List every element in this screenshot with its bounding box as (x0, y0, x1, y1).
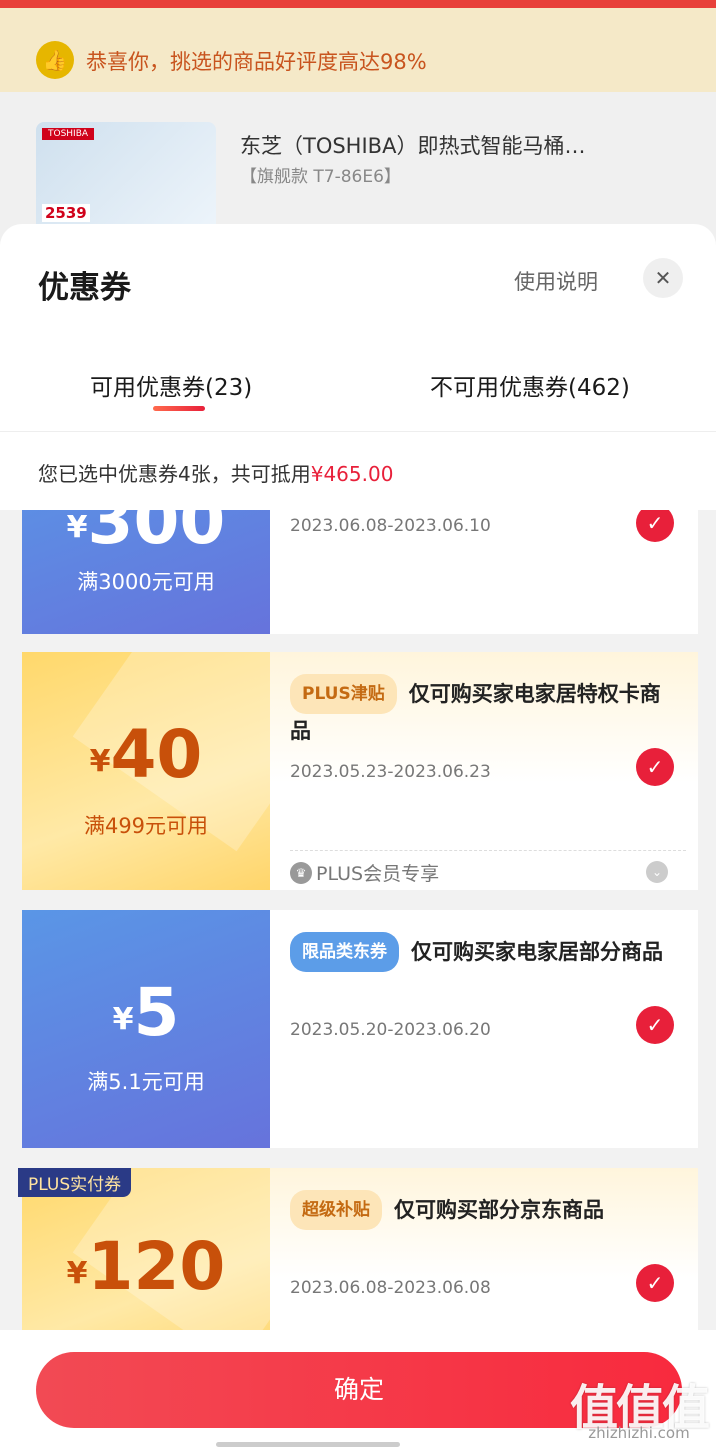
coupon-description: 超级补贴 仅可购买部分京东商品 (290, 1190, 670, 1230)
coupon-tag: PLUS津贴 (290, 674, 397, 714)
coupon-description-text: 仅可购买部分京东商品 (394, 1198, 604, 1222)
coupon-date: 2023.05.20-2023.06.20 (290, 1020, 491, 1040)
coupon-tag: 超级补贴 (290, 1190, 382, 1230)
product-spec: 【旗舰款 T7-86E6】 (240, 167, 401, 187)
coupon-amount-value: 120 (87, 1228, 226, 1305)
coupon-description: PLUS津贴 仅可购买家电家居特权卡商品 (290, 674, 670, 748)
divider (0, 431, 716, 432)
summary-text: 您已选中优惠券4张，共可抵用 (38, 462, 311, 486)
coupon-detail: 2023.06.08-2023.06.10 ✓ (270, 510, 698, 634)
close-button[interactable]: ✕ (643, 258, 683, 298)
thumbs-up-icon: 👍 (36, 41, 74, 79)
selection-summary: 您已选中优惠券4张，共可抵用¥465.00 (38, 458, 393, 487)
coupon-selected-check-icon[interactable]: ✓ (636, 748, 674, 786)
coupon-detail: PLUS津贴 仅可购买家电家居特权卡商品 2023.05.23-2023.06.2… (270, 652, 698, 890)
coupon-amount: ¥5 (22, 974, 270, 1051)
coupon-selected-check-icon[interactable]: ✓ (636, 510, 674, 542)
product-image-price: 2539 (42, 204, 90, 222)
plus-member-note: PLUS会员专享 (316, 863, 440, 885)
coupon-amount-value: 5 (133, 974, 180, 1051)
close-icon: ✕ (654, 266, 672, 290)
crown-icon: ♛ (290, 861, 312, 884)
currency-symbol: ¥ (89, 744, 111, 779)
product-card[interactable]: TOSHIBA 2539 东芝（TOSHIBA）即热式智能马桶… 【旗舰款 T7… (0, 92, 716, 242)
coupon-sheet: 优惠券 使用说明 ✕ 可用优惠券(23) 不可用优惠券(462) 您已选中优惠券… (0, 224, 716, 1452)
sheet-title: 优惠券 (38, 270, 131, 306)
tab-unavailable[interactable]: 不可用优惠券(462) (430, 368, 630, 402)
coupon-card[interactable]: ¥40 满499元可用 PLUS津贴 仅可购买家电家居特权卡商品 2023.05.… (22, 652, 698, 890)
tab-active-indicator (153, 406, 205, 411)
coupon-date: 2023.06.08-2023.06.10 (290, 516, 491, 536)
currency-symbol: ¥ (66, 510, 88, 545)
status-strip (0, 0, 716, 8)
coupon-value-panel: ¥40 满499元可用 (22, 652, 270, 890)
coupon-card[interactable]: ¥5 满5.1元可用 限品类东券 仅可购买家电家居部分商品 2023.05.20-… (22, 910, 698, 1148)
rating-banner-text: 恭喜你，挑选的商品好评度高达98% (86, 50, 427, 74)
coupon-date: 2023.06.08-2023.06.08 (290, 1278, 491, 1298)
coupon-condition: 满5.1元可用 (87, 1070, 205, 1094)
product-image-brand: TOSHIBA (42, 128, 95, 140)
currency-symbol: ¥ (112, 1002, 134, 1037)
coupon-condition: 满499元可用 (83, 814, 209, 838)
coupon-date: 2023.05.23-2023.06.23 (290, 762, 491, 782)
coupon-card[interactable]: ¥300 满3000元可用 2023.06.08-2023.06.10 ✓ (22, 510, 698, 634)
coupon-selected-check-icon[interactable]: ✓ (636, 1264, 674, 1302)
currency-symbol: ¥ (66, 1256, 88, 1291)
summary-amount: ¥465.00 (310, 462, 394, 486)
plus-payment-badge: PLUS实付券 (18, 1168, 132, 1197)
coupon-selected-check-icon[interactable]: ✓ (636, 1006, 674, 1044)
coupon-description-text: 仅可购买家电家居部分商品 (411, 940, 663, 964)
usage-instructions-link[interactable]: 使用说明 (514, 266, 598, 296)
rating-banner: 👍 恭喜你，挑选的商品好评度高达98% (0, 8, 716, 92)
coupon-amount-value: 300 (87, 510, 226, 559)
chevron-down-icon[interactable]: ⌄ (646, 861, 668, 883)
plus-member-row[interactable]: ♛ PLUS会员专享 ⌄ (290, 850, 686, 890)
coupon-amount: ¥120 (22, 1228, 270, 1305)
coupon-value-panel: ¥300 满3000元可用 (22, 510, 270, 634)
coupon-list[interactable]: ¥300 满3000元可用 2023.06.08-2023.06.10 ✓ ¥4… (0, 510, 716, 1330)
home-indicator (216, 1442, 400, 1447)
coupon-amount: ¥300 (22, 510, 270, 559)
coupon-detail: 限品类东券 仅可购买家电家居部分商品 2023.05.20-2023.06.20 … (270, 910, 698, 1148)
coupon-detail: 超级补贴 仅可购买部分京东商品 2023.06.08-2023.06.08 ✓ (270, 1168, 698, 1330)
watermark-url: zhizhizhi.com (588, 1424, 690, 1442)
coupon-amount: ¥40 (22, 716, 270, 793)
coupon-amount-value: 40 (110, 716, 203, 793)
product-title: 东芝（TOSHIBA）即热式智能马桶… (240, 134, 586, 158)
coupon-tag: 限品类东券 (290, 932, 399, 972)
coupon-value-panel: ¥5 满5.1元可用 (22, 910, 270, 1148)
coupon-condition: 满3000元可用 (77, 570, 215, 594)
tab-available[interactable]: 可用优惠券(23) (90, 368, 252, 402)
coupon-description: 限品类东券 仅可购买家电家居部分商品 (290, 932, 670, 972)
coupon-card[interactable]: ¥120 PLUS实付券 超级补贴 仅可购买部分京东商品 2023.06.08-2… (18, 1168, 698, 1330)
